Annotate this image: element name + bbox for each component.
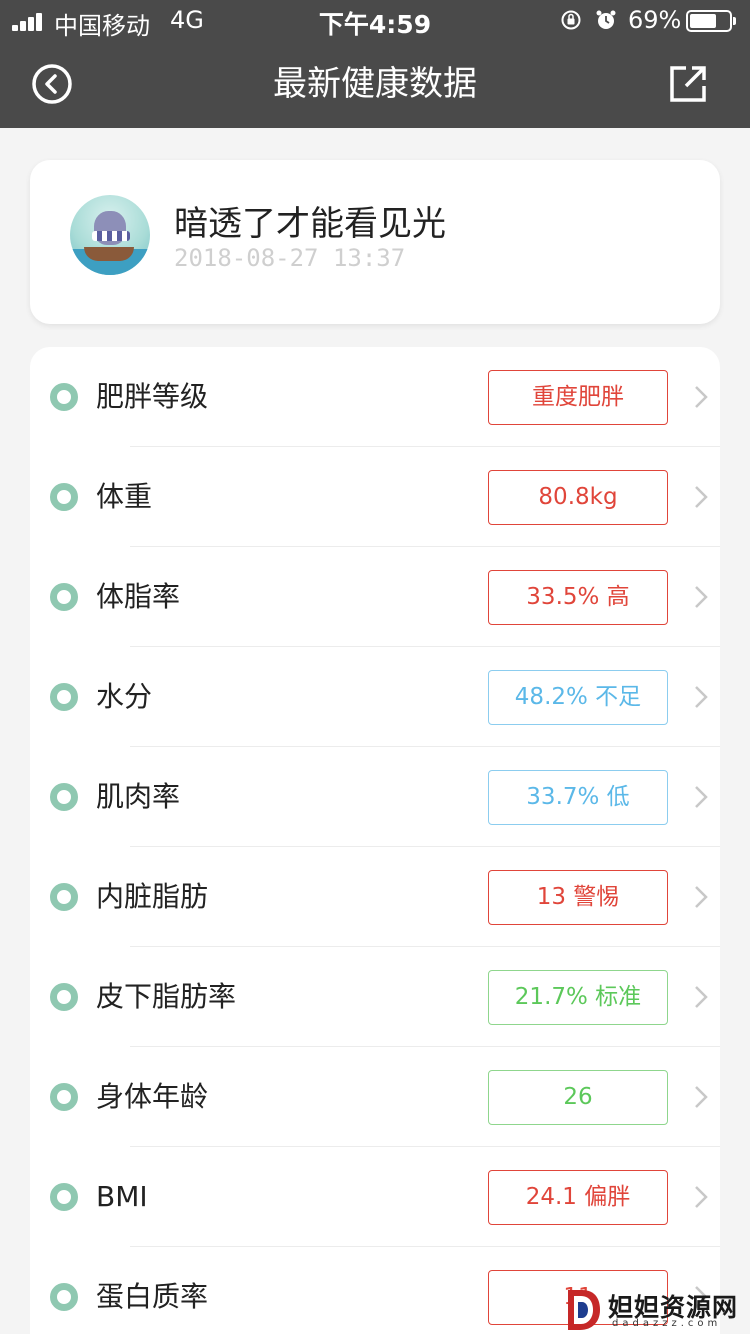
chevron-right-icon (695, 886, 708, 908)
profile-datetime: 2018-08-27 13:37 (174, 244, 406, 272)
metric-label: 水分 (96, 680, 153, 713)
metric-value-badge: 重度肥胖 (488, 370, 668, 425)
metric-row[interactable]: 皮下脂肪率 21.7% 标准 (30, 947, 720, 1047)
metric-row[interactable]: 肌肉率 33.7% 低 (30, 747, 720, 847)
metric-label: 身体年龄 (96, 1080, 209, 1113)
chevron-right-icon (695, 486, 708, 508)
metric-row[interactable]: BMI 24.1 偏胖 (30, 1147, 720, 1247)
share-icon[interactable] (666, 62, 710, 106)
rotation-lock-icon (561, 10, 581, 30)
metric-value-badge: 33.5% 高 (488, 570, 668, 625)
metric-dot-icon (50, 883, 78, 911)
profile-name: 暗透了才能看见光 (174, 204, 446, 244)
chevron-right-icon (695, 1186, 708, 1208)
metric-list: 肥胖等级 重度肥胖体重 80.8kg 体脂率 33.5% 高水分 48.2% 不足肌肉率 3… (30, 347, 720, 1334)
metric-row[interactable]: 体脂率 33.5% 高 (30, 547, 720, 647)
metric-dot-icon (50, 1283, 78, 1311)
metric-dot-icon (50, 1183, 78, 1211)
battery-icon (686, 10, 736, 32)
chevron-right-icon (695, 386, 708, 408)
chevron-right-icon (695, 1086, 708, 1108)
metric-value-badge: 26 (488, 1070, 668, 1125)
metric-value-badge: 21.7% 标准 (488, 970, 668, 1025)
metric-label: 肥胖等级 (96, 380, 209, 413)
watermark-logo-icon (568, 1290, 600, 1330)
avatar[interactable] (70, 195, 150, 275)
metric-row[interactable]: 体重 80.8kg (30, 447, 720, 547)
metric-dot-icon (50, 583, 78, 611)
watermark-sub: dadazzz.com (612, 1318, 722, 1329)
metric-label: 体重 (96, 480, 153, 513)
alarm-icon (596, 10, 616, 29)
metric-label: BMI (96, 1180, 148, 1213)
metric-dot-icon (50, 483, 78, 511)
chevron-right-icon (695, 686, 708, 708)
watermark: 妲妲资源网 dadazzz.com (556, 1284, 746, 1334)
page-title: 最新健康数据 (273, 64, 477, 104)
metric-dot-icon (50, 983, 78, 1011)
metric-value-badge: 13 警惕 (488, 870, 668, 925)
metric-value-badge: 48.2% 不足 (488, 670, 668, 725)
battery-percent: 69% (628, 6, 682, 34)
metric-row[interactable]: 肥胖等级 重度肥胖 (30, 347, 720, 447)
chevron-right-icon (695, 586, 708, 608)
metric-label: 内脏脂肪 (96, 880, 209, 913)
metric-dot-icon (50, 783, 78, 811)
metric-label: 体脂率 (96, 580, 181, 613)
metric-row[interactable]: 身体年龄 26 (30, 1047, 720, 1147)
metric-value-badge: 80.8kg (488, 470, 668, 525)
chevron-right-icon (695, 986, 708, 1008)
metric-label: 蛋白质率 (96, 1280, 209, 1313)
chevron-right-icon (695, 786, 708, 808)
metric-dot-icon (50, 383, 78, 411)
metric-dot-icon (50, 1083, 78, 1111)
metric-dot-icon (50, 683, 78, 711)
metric-value-badge: 24.1 偏胖 (488, 1170, 668, 1225)
battery-fill (690, 14, 716, 28)
header: 中国移动 4G 下午4:59 69% 最新健康数据 (0, 0, 750, 128)
profile-card: 暗透了才能看见光 2018-08-27 13:37 (30, 160, 720, 324)
metric-label: 皮下脂肪率 (96, 980, 237, 1013)
metric-row[interactable]: 水分 48.2% 不足 (30, 647, 720, 747)
metric-label: 肌肉率 (96, 780, 181, 813)
metric-value-badge: 33.7% 低 (488, 770, 668, 825)
status-bar: 中国移动 4G 下午4:59 69% (0, 0, 750, 40)
metric-row[interactable]: 内脏脂肪 13 警惕 (30, 847, 720, 947)
